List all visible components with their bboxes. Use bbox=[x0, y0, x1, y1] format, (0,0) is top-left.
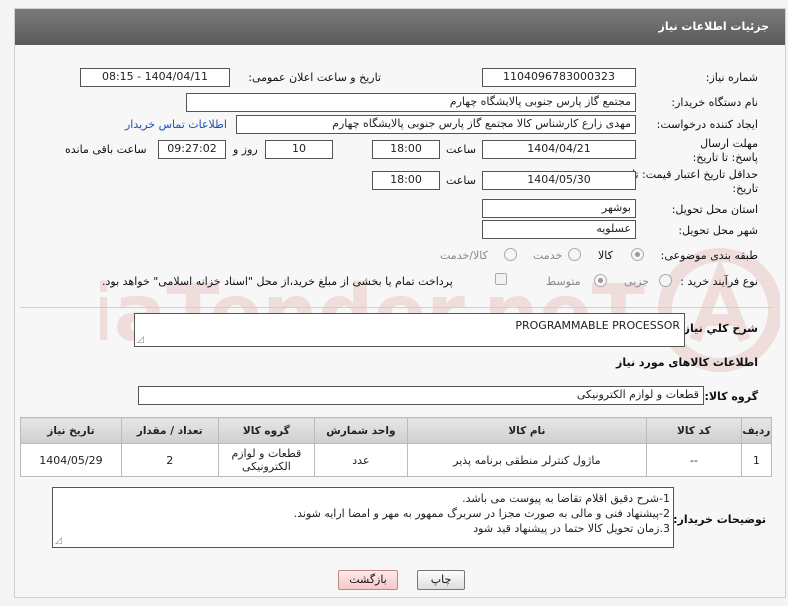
process-radio-minor[interactable] bbox=[659, 274, 672, 287]
col-header-unit: واحد شمارش bbox=[314, 417, 408, 444]
buyer-contact-link[interactable]: اطلاعات تماس خریدار bbox=[125, 118, 227, 131]
category-option-goods: کالا bbox=[598, 249, 613, 262]
creator-label: ایجاد کننده درخواست: bbox=[656, 118, 758, 131]
reply-deadline-label: مهلت ارسال پاسخ: تا تاریخ: bbox=[692, 137, 758, 164]
payment-checkbox[interactable] bbox=[495, 273, 507, 285]
need-number-field[interactable]: 1104096783000323 bbox=[482, 68, 636, 87]
province-label: استان محل تحویل: bbox=[671, 203, 758, 216]
description-text: PROGRAMMABLE PROCESSOR bbox=[515, 319, 680, 332]
goods-group-label: گروه کالا: bbox=[704, 390, 758, 403]
col-header-row-number: ردیف bbox=[740, 417, 773, 444]
process-label: نوع فرآیند خرید : bbox=[680, 275, 758, 288]
table-row[interactable]: 1 -- ماژول کنترلر منطقی برنامه پذیر عدد … bbox=[20, 443, 773, 477]
price-time-label: ساعت bbox=[446, 174, 476, 187]
category-radio-goods[interactable] bbox=[631, 248, 644, 261]
cell-quantity: 2 bbox=[120, 443, 219, 477]
announce-field[interactable]: 1404/04/11 - 08:15 bbox=[80, 68, 230, 87]
buyer-notes-label: توضیحات خریدار: bbox=[673, 513, 766, 526]
print-button[interactable]: چاپ bbox=[417, 570, 465, 590]
cell-code: -- bbox=[646, 443, 742, 477]
category-option-service: خدمت bbox=[533, 249, 563, 262]
cell-name: ماژول کنترلر منطقی برنامه پذیر bbox=[406, 443, 648, 477]
goods-section-title: اطلاعات کالاهای مورد نیاز bbox=[616, 356, 758, 369]
back-button[interactable]: بازگشت bbox=[338, 570, 398, 590]
cell-row-number: 1 bbox=[740, 443, 773, 477]
reply-time-field[interactable]: 18:00 bbox=[372, 140, 440, 159]
price-validity-label: حداقل تاریخ اعتبار قیمت: تا تاریخ: bbox=[632, 168, 758, 195]
buyer-notes-line-3: 3.زمان تحویل کالا حتما در پیشنهاد قید شو… bbox=[473, 522, 670, 535]
cell-unit: عدد bbox=[314, 443, 408, 477]
city-field[interactable]: عسلویه bbox=[482, 220, 636, 239]
panel-title: جزئیات اطلاعات نیاز bbox=[15, 9, 785, 45]
buyer-notes-line-2: 2-پیشنهاد فنی و مالی به صورت مجزا در سرب… bbox=[293, 507, 670, 520]
reply-time-label: ساعت bbox=[446, 143, 476, 156]
announce-label: تاریخ و ساعت اعلان عمومی: bbox=[248, 71, 381, 84]
col-header-name: نام کالا bbox=[406, 417, 648, 444]
goods-group-field[interactable]: قطعات و لوازم الکترونیکی bbox=[138, 386, 704, 405]
days-label: روز و bbox=[233, 143, 258, 156]
price-date-field[interactable]: 1404/05/30 bbox=[482, 171, 636, 190]
remaining-label: ساعت باقی مانده bbox=[65, 143, 147, 156]
process-option-minor: جزیی bbox=[624, 275, 650, 288]
items-table: ردیف کد کالا نام کالا واحد شمارش گروه کا… bbox=[20, 417, 773, 477]
table-header-row: ردیف کد کالا نام کالا واحد شمارش گروه کا… bbox=[20, 417, 773, 444]
description-label: شرح کلي نياز: bbox=[679, 322, 758, 335]
cell-group: قطعات و لوازم الکترونیکی bbox=[217, 443, 316, 477]
col-header-quantity: تعداد / مقدار bbox=[120, 417, 219, 444]
buyer-notes-field[interactable]: 1-شرح دقیق اقلام تقاضا به پیوست می باشد.… bbox=[52, 487, 674, 548]
category-radio-both[interactable] bbox=[504, 248, 517, 261]
buyer-org-field[interactable]: مجتمع گاز پارس جنوبی پالایشگاه چهارم bbox=[186, 93, 636, 112]
category-radio-service[interactable] bbox=[568, 248, 581, 261]
cell-date: 1404/05/29 bbox=[20, 443, 122, 477]
section-divider bbox=[20, 307, 772, 308]
category-option-both: کالا/خدمت bbox=[440, 249, 488, 262]
remaining-time-field[interactable]: 09:27:02 bbox=[158, 140, 226, 159]
days-field[interactable]: 10 bbox=[265, 140, 333, 159]
resize-handle-icon[interactable]: ◿ bbox=[137, 335, 144, 345]
province-field[interactable]: بوشهر bbox=[482, 199, 636, 218]
col-header-date: تاریخ نیاز bbox=[20, 417, 122, 444]
process-radio-medium[interactable] bbox=[594, 274, 607, 287]
description-field[interactable]: PROGRAMMABLE PROCESSOR ◿ bbox=[134, 313, 685, 347]
col-header-code: کد کالا bbox=[646, 417, 742, 444]
process-option-medium: متوسط bbox=[546, 275, 581, 288]
resize-handle-icon[interactable]: ◿ bbox=[55, 536, 62, 546]
buyer-org-label: نام دستگاه خریدار: bbox=[671, 96, 758, 109]
category-label: طبقه بندی موضوعی: bbox=[660, 249, 758, 262]
creator-field[interactable]: مهدی زارع کارشناس کالا مجتمع گاز پارس جن… bbox=[236, 115, 636, 134]
payment-note: پرداخت تمام یا بخشی از مبلغ خرید،از محل … bbox=[102, 275, 453, 288]
need-number-label: شماره نیاز: bbox=[705, 71, 758, 84]
price-time-field[interactable]: 18:00 bbox=[372, 171, 440, 190]
reply-date-field[interactable]: 1404/04/21 bbox=[482, 140, 636, 159]
buyer-notes-line-1: 1-شرح دقیق اقلام تقاضا به پیوست می باشد. bbox=[462, 492, 670, 505]
city-label: شهر محل تحویل: bbox=[678, 224, 758, 237]
col-header-group: گروه کالا bbox=[217, 417, 316, 444]
